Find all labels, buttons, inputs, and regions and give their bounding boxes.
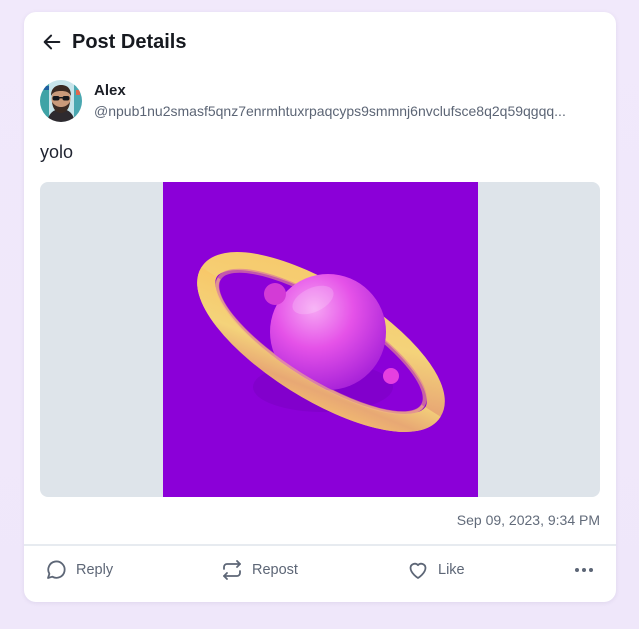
post-image[interactable] [163,182,478,497]
post-content: yolo [40,142,74,162]
reply-label: Reply [76,562,114,578]
post-actions: Reply Repost Like [24,556,616,584]
author-name[interactable]: Alex [94,82,126,99]
reply-button[interactable]: Reply [44,556,113,584]
author-handle: @npub1nu2smasf5qnz7enrmhtuxrpaqcyps9smmn… [94,103,566,119]
repost-button[interactable]: Repost [220,556,298,584]
post-details-card: Post Details Alex @npub1nu2smasf5qnz7enr… [24,12,616,602]
divider [24,544,616,546]
like-button[interactable]: Like [406,556,465,584]
more-options-button[interactable] [572,556,596,584]
page-title: Post Details [72,30,187,53]
post-media [40,182,600,497]
like-label: Like [438,562,465,578]
more-horizontal-icon [575,568,593,572]
repost-label: Repost [252,562,298,578]
chat-bubble-icon [47,560,66,579]
repost-arrows-icon [223,560,241,580]
post-header: Post Details [40,30,186,54]
back-button[interactable] [40,30,64,54]
arrow-left-icon [43,34,61,50]
heart-icon [409,562,427,579]
avatar[interactable] [40,80,82,122]
post-author: Alex @npub1nu2smasf5qnz7enrmhtuxrpaqcyps… [40,80,600,124]
post-timestamp: Sep 09, 2023, 9:34 PM [456,512,600,528]
